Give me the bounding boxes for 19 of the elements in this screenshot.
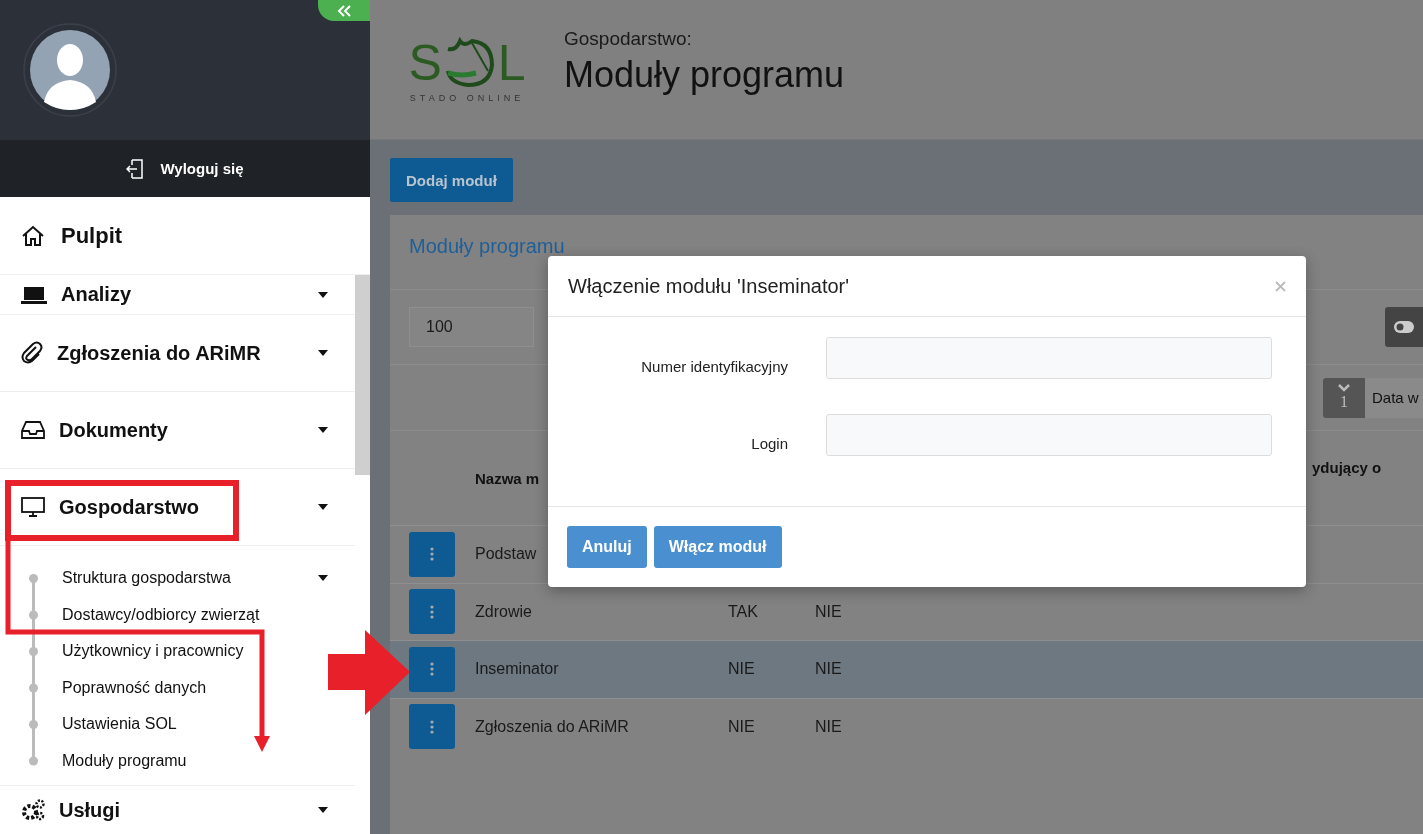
table-cell: Inseminator [475, 660, 559, 679]
table-cell: Zgłoszenia do ARiMR [475, 717, 629, 736]
page-subtitle: Gospodarstwo: [564, 27, 693, 50]
table-cell: NIE [815, 602, 842, 621]
column-header: ydujący o [1312, 458, 1382, 476]
page-title: Moduły programu [564, 53, 845, 96]
table-cell: Zdrowie [475, 602, 532, 621]
table-cell: NIE [728, 660, 755, 679]
logo: S L STADO ONLINE [407, 36, 527, 103]
table-cell: TAK [728, 602, 758, 621]
column-header: Nazwa m [475, 469, 540, 487]
panel-title: Moduły programu [409, 235, 565, 257]
dialog-title: Włączenie modułu 'Inseminator' [568, 274, 850, 298]
field-label: Login [750, 434, 788, 452]
table-cell: Podstaw [475, 545, 537, 564]
field-label: Numer identyfikacyjny [640, 357, 788, 375]
table-cell: NIE [815, 717, 842, 736]
table-cell: NIE [815, 660, 842, 679]
table-cell: NIE [728, 717, 755, 736]
